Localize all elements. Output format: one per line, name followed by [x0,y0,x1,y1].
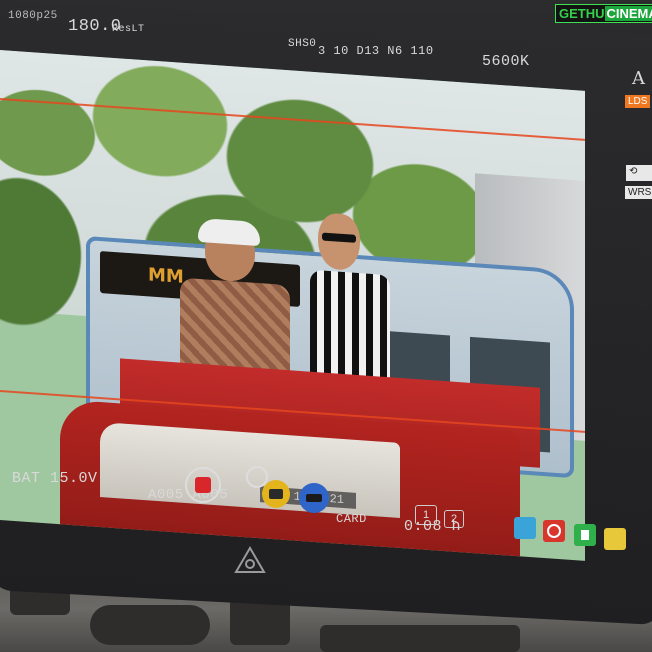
lds-button[interactable]: LDS [625,95,651,108]
codec-readout: SHS0 [288,38,317,50]
wrs-button[interactable]: WRS [625,186,652,199]
clip-code: 3 10 D13 N6 110 [318,44,434,58]
blue-button-glyph [306,494,322,502]
yellow-square-icon[interactable] [604,528,626,550]
remaining-time: 0:08 h [404,518,462,535]
watermark-right: CINEMA [604,6,652,21]
battery-readout: BAT 15.0V [12,470,98,487]
yellow-button-icon[interactable] [262,480,290,508]
channel-watermark: GETHUCINEMA [555,4,652,23]
record-icon [195,477,211,493]
record-button[interactable] [185,467,221,503]
fps-readout: 1080p25 [8,10,58,22]
target-glyph [547,524,561,538]
atomos-logo-icon [233,545,267,575]
aspect-label: A [632,68,646,89]
red-target-icon[interactable] [543,520,565,542]
blue-button-icon[interactable] [299,483,329,513]
media-label: CARD [336,512,367,526]
yellow-button-glyph [269,489,283,499]
desk-clutter [90,605,210,645]
cyan-square-icon[interactable] [514,517,536,539]
refresh-icon[interactable]: ⟲ [626,165,652,181]
res-label: ResLT [112,24,145,35]
watermark-left: GETHU [559,6,605,21]
green-flag-icon[interactable] [574,524,596,546]
flag-glyph [581,530,589,540]
bus-sign-text: MM [148,264,184,288]
desk-clutter [320,625,520,652]
white-balance[interactable]: 5600K [482,53,530,70]
